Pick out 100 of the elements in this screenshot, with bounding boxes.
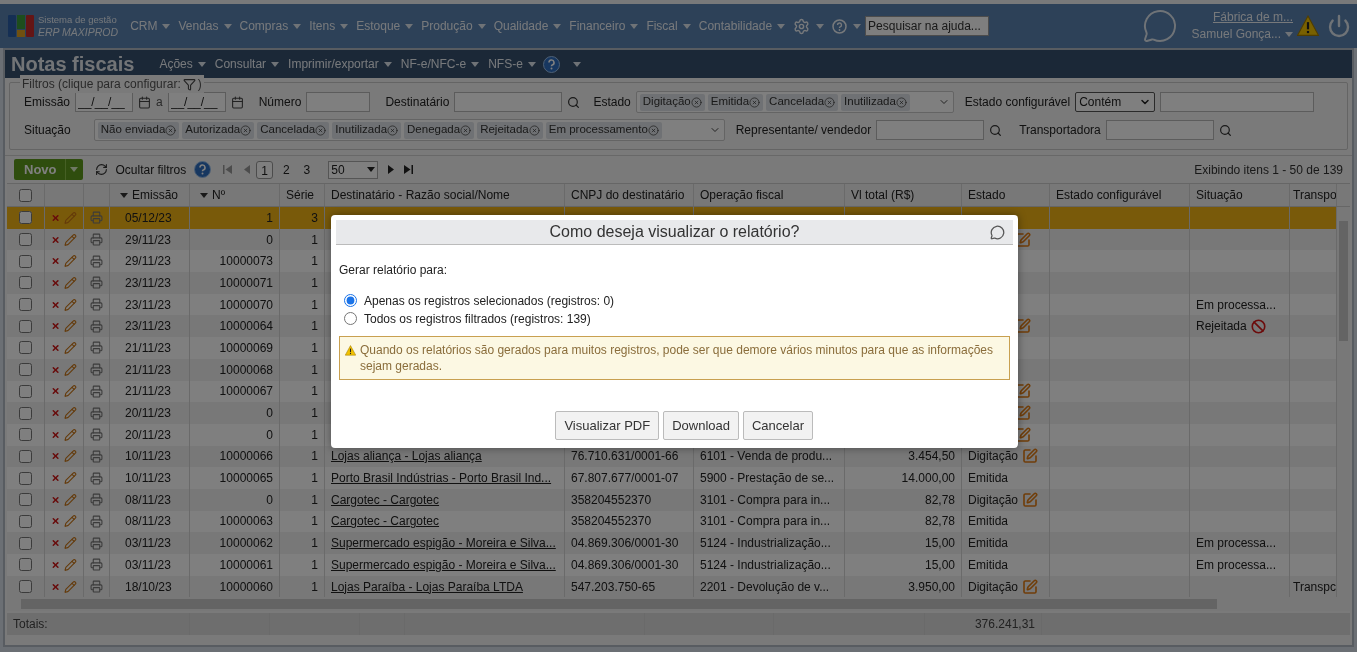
table-cell-text: 82,78	[924, 491, 955, 509]
table-cell-text: 3101 - Compra para in...	[700, 513, 831, 531]
field-label: Número	[258, 94, 302, 111]
field-label: Destinatário	[385, 94, 450, 111]
table-cell-text: 10000065	[219, 470, 273, 488]
table-cell-text: 10000064	[219, 318, 273, 336]
table-cell-text: 03/11/23	[125, 535, 171, 553]
table-cell-text: 1	[311, 470, 318, 488]
filters-legend: )	[197, 75, 202, 93]
table-cell-text: 0	[266, 491, 273, 509]
table-cell-text: 21/11/23	[125, 383, 171, 401]
table-cell-text: 1	[311, 318, 318, 336]
table-cell-text: 1	[311, 253, 318, 271]
table-cell-text: 29/11/23	[125, 253, 171, 271]
table-cell-text: Transpc	[1293, 578, 1336, 596]
table-cell-text: 10000062	[219, 535, 273, 553]
table-cell-text: 1	[266, 209, 273, 227]
table-cell-text: 1	[311, 513, 318, 531]
table-cell-text: 1	[311, 231, 318, 249]
table-cell-text: 10000066	[219, 448, 273, 466]
table-cell-text: 10000073	[219, 253, 273, 271]
table-cell-text: 08/11/23	[125, 491, 171, 509]
table-cell-text: Digitação	[968, 491, 1019, 509]
field-label: Representante/ vendedor	[735, 122, 872, 139]
field-label: Transportadora	[1019, 122, 1101, 139]
table-cell-text: 10000069	[219, 339, 273, 357]
table-cell-text: Em processa...	[1196, 556, 1277, 574]
table-cell-text: 1	[311, 535, 318, 553]
table-cell-text: 6101 - Venda de produ...	[700, 448, 833, 466]
table-cell-text: 08/11/23	[125, 513, 171, 531]
table-cell-text: Em processa...	[1196, 535, 1277, 553]
brand-name: ERP MAXIPROD	[38, 26, 119, 39]
table-cell-text: 1	[311, 578, 318, 596]
table-cell-text: Digitação	[968, 448, 1019, 466]
table-cell-text: 10/11/23	[125, 470, 171, 488]
table-cell-text: 20/11/23	[125, 405, 171, 423]
table-cell-text: Emitida	[968, 556, 1008, 574]
table-cell-text: 10000063	[219, 513, 273, 531]
totals-label: Totais:	[13, 616, 48, 634]
table-cell-text: Em processa...	[1196, 296, 1277, 314]
table-cell-text: 5900 - Prestação de se...	[700, 470, 835, 488]
totals-value: 376.241,31	[974, 616, 1035, 634]
table-cell-text: 1	[311, 383, 318, 401]
table-cell-text: 10000071	[219, 274, 273, 292]
table-cell-text: 76.710.631/0001-66	[571, 448, 679, 466]
table-cell-text: 1	[311, 491, 318, 509]
table-cell-text: 82,78	[924, 513, 955, 531]
table-cell-text: 1	[311, 426, 318, 444]
table-cell-text: Emitida	[968, 513, 1008, 531]
table-cell-text: 14.000,00	[901, 470, 955, 488]
table-cell-text: 3.454,50	[908, 448, 955, 466]
table-cell-text: 0	[266, 405, 273, 423]
table-cell-text: Digitação	[968, 578, 1019, 596]
table-cell-text: 21/11/23	[125, 339, 171, 357]
warning-text: Quando os relatórios são gerados para muitos registros, pode ser que demore vários minutos para que as informações sejam geradas.	[360, 342, 994, 374]
table-cell-text: 10/11/23	[125, 448, 171, 466]
table-cell-text: 18/10/23	[125, 578, 172, 596]
table-cell-text: 20/11/23	[125, 426, 171, 444]
table-cell-text: 15,00	[924, 556, 955, 574]
table-cell-text: 5124 - Industrialização...	[700, 535, 831, 553]
table-cell-text: 10000068	[219, 361, 273, 379]
table-cell-text: 5124 - Industrialização...	[700, 556, 831, 574]
table-cell-text: 358204552370	[571, 491, 652, 509]
table-cell-text: 1	[311, 274, 318, 292]
field-label: Emissão	[24, 94, 70, 111]
dialog-title: Como deseja visualizar o relatório?	[549, 222, 800, 242]
table-cell-text: 358204552370	[571, 513, 652, 531]
table-cell-text: 547.203.750-65	[571, 578, 656, 596]
table-cell-text: 1	[311, 361, 318, 379]
dialog-prompt: Gerar relatório para:	[339, 262, 449, 279]
table-cell-text: 0	[266, 231, 273, 249]
table-cell-text: 10000070	[219, 296, 273, 314]
field-label: a	[156, 94, 163, 111]
field-label: Estado	[593, 94, 631, 111]
table-cell-text: 3.950,00	[908, 578, 955, 596]
table-cell-text: 23/11/23	[125, 274, 171, 292]
table-cell-text: 03/11/23	[125, 556, 171, 574]
table-cell-text: 0	[266, 426, 273, 444]
table-cell-text: 1	[311, 405, 318, 423]
table-cell-text: 15,00	[924, 535, 955, 553]
item-count: Exibindo itens 1 - 50 de 139	[1194, 161, 1343, 179]
table-cell-text: 05/12/23	[125, 209, 172, 227]
table-cell-text: 1	[311, 296, 318, 314]
table-cell-text: 1	[311, 556, 318, 574]
table-cell-text: 23/11/23	[125, 318, 171, 336]
table-cell-text: 1	[311, 339, 318, 357]
field-label: Situação	[24, 122, 71, 139]
table-cell-text: 04.869.306/0001-30	[571, 535, 679, 553]
table-cell-text: 1	[311, 448, 318, 466]
table-cell-text: 67.807.677/0001-07	[571, 470, 679, 488]
table-cell-text: 23/11/23	[125, 296, 171, 314]
table-cell-text: Emitida	[968, 470, 1008, 488]
table-cell-text: 04.869.306/0001-30	[571, 556, 679, 574]
table-cell-text: 2201 - Devolução de v...	[700, 578, 830, 596]
table-cell-text: 29/11/23	[125, 231, 171, 249]
table-cell-text: 10000061	[219, 556, 273, 574]
table-cell-text: 21/11/23	[125, 361, 171, 379]
table-cell-text: 10000060	[219, 578, 273, 596]
field-label: Estado configurável	[964, 94, 1071, 111]
table-cell-text: 3	[311, 209, 318, 227]
